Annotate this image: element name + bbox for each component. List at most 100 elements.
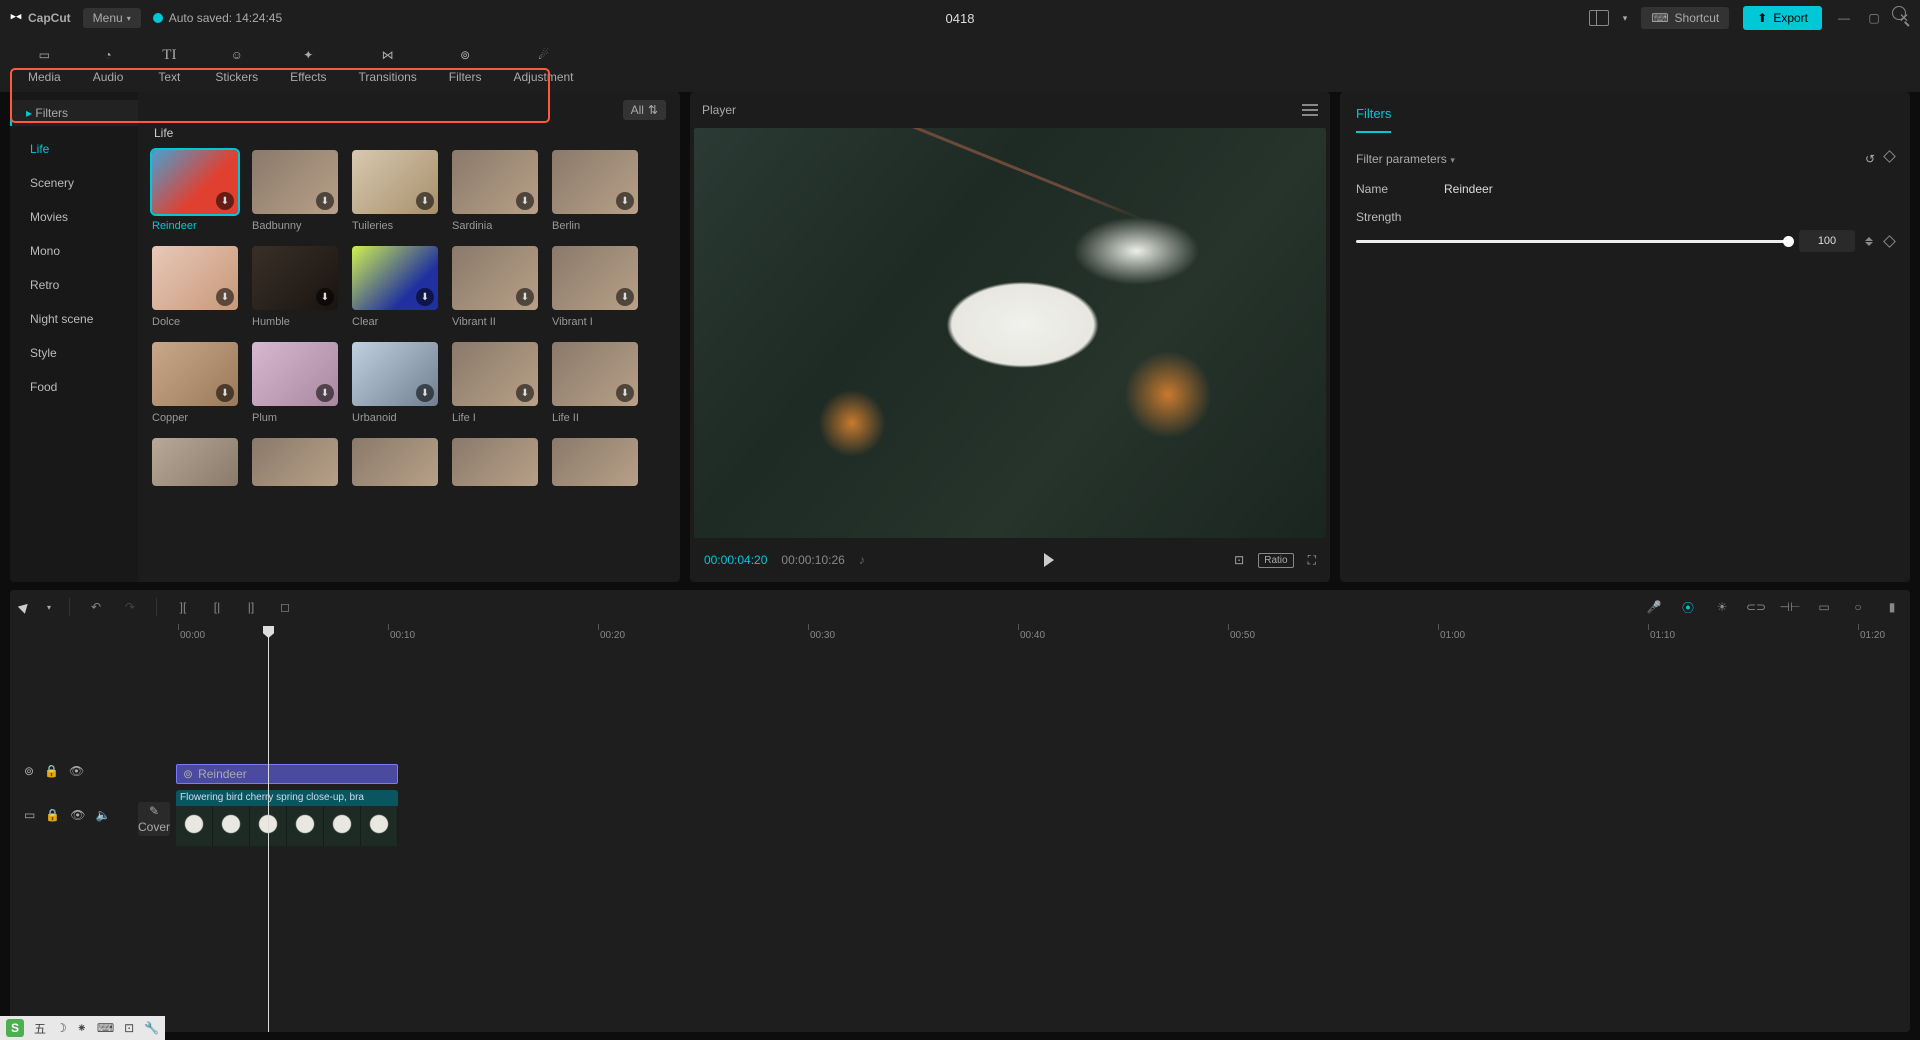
filter-thumb[interactable]: ⬇Dolce <box>152 246 238 328</box>
export-button[interactable]: ⬆ Export <box>1743 6 1822 30</box>
split-left-tool[interactable]: [​| <box>209 599 225 615</box>
filter-thumb[interactable]: ⬇Life II <box>552 342 638 424</box>
tab-media[interactable]: ▭Media <box>12 40 77 88</box>
fullscreen-icon[interactable]: ⛶ <box>1308 553 1316 568</box>
filter-thumb[interactable]: ⬇Humble <box>252 246 338 328</box>
preview-viewport[interactable] <box>694 128 1326 538</box>
redo-button[interactable]: ↷ <box>122 599 138 615</box>
filter-thumb[interactable]: ⬇Plum <box>252 342 338 424</box>
download-icon[interactable]: ⬇ <box>616 288 634 306</box>
all-button[interactable]: All ⇅ <box>623 100 666 120</box>
chevron-down-icon[interactable]: ▾ <box>47 603 51 612</box>
scale-icon[interactable]: ⊡ <box>1234 553 1244 567</box>
strength-slider[interactable] <box>1356 240 1789 243</box>
link-icon[interactable]: ⊂⊃ <box>1748 599 1764 615</box>
keyframe-icon[interactable] <box>1883 235 1896 248</box>
track-controls[interactable]: ▭ 🔒 👁 🔈 <box>24 808 110 822</box>
cover-button[interactable]: ✎ Cover <box>138 802 170 836</box>
download-icon[interactable]: ⬇ <box>216 384 234 402</box>
maximize-button[interactable]: ▢ <box>1866 10 1882 26</box>
play-button[interactable] <box>1044 553 1054 567</box>
taskbar-icon[interactable]: 🔧 <box>144 1021 159 1035</box>
minimize-button[interactable]: — <box>1836 10 1852 26</box>
lock-icon[interactable]: 🔒 <box>45 808 60 822</box>
crop-tool[interactable]: ◻ <box>277 599 293 615</box>
ime-icon[interactable]: S <box>6 1019 24 1037</box>
ime-label[interactable]: 五 <box>34 1020 46 1037</box>
filter-thumb[interactable]: ⬇Berlin <box>552 150 638 232</box>
taskbar-icon[interactable]: ⌨ <box>97 1021 114 1035</box>
timeline[interactable]: 00:00 00:10 00:20 00:30 00:40 00:50 01:0… <box>10 624 1910 1032</box>
player-options-icon[interactable] <box>1302 104 1318 116</box>
cat-style[interactable]: Style <box>10 336 138 370</box>
stepper[interactable] <box>1865 237 1875 246</box>
undo-button[interactable]: ↶ <box>88 599 104 615</box>
filter-clip[interactable]: ⊚ Reindeer <box>176 764 398 784</box>
download-icon[interactable]: ⬇ <box>516 288 534 306</box>
filter-thumb[interactable]: ⬇Sardinia <box>452 150 538 232</box>
align-icon[interactable]: ⊣⊢ <box>1782 599 1798 615</box>
filter-thumb[interactable]: ⬇Copper <box>152 342 238 424</box>
tab-text[interactable]: TIText <box>139 40 199 88</box>
download-icon[interactable]: ⬇ <box>616 192 634 210</box>
download-icon[interactable]: ⬇ <box>216 192 234 210</box>
filter-thumb[interactable]: ⬇Clear <box>352 246 438 328</box>
tab-filters[interactable]: ⊚Filters <box>433 40 498 88</box>
filter-thumb[interactable] <box>252 438 338 486</box>
cat-movies[interactable]: Movies <box>10 200 138 234</box>
toggle-1-icon[interactable]: ⦿ <box>1680 599 1696 615</box>
shortcut-button[interactable]: ⌨ Shortcut <box>1641 7 1729 29</box>
taskbar-icon[interactable]: ⁕ <box>77 1021 87 1035</box>
cat-mono[interactable]: Mono <box>10 234 138 268</box>
taskbar-icon[interactable]: ☽ <box>56 1021 67 1035</box>
eye-icon[interactable]: 👁 <box>69 764 84 778</box>
download-icon[interactable]: ⬇ <box>516 384 534 402</box>
cat-scenery[interactable]: Scenery <box>10 166 138 200</box>
filter-thumb[interactable]: ⬇Badbunny <box>252 150 338 232</box>
volume-icon[interactable]: ♪ <box>859 553 865 567</box>
time-ruler[interactable]: 00:00 00:10 00:20 00:30 00:40 00:50 01:0… <box>170 624 1910 650</box>
cat-food[interactable]: Food <box>10 370 138 404</box>
video-clip[interactable]: Flowering bird cherry spring close-up, b… <box>176 790 398 846</box>
taskbar-icon[interactable]: ⊡ <box>124 1021 134 1035</box>
filter-thumb[interactable] <box>152 438 238 486</box>
toggle-2-icon[interactable]: ☀ <box>1714 599 1730 615</box>
track-controls[interactable]: ⊚ 🔒 👁 <box>24 764 84 778</box>
tab-transitions[interactable]: ⋈Transitions <box>343 40 433 88</box>
mute-icon[interactable]: ▭ <box>24 808 35 822</box>
strength-input[interactable]: 100 <box>1799 230 1855 252</box>
keyframe-icon[interactable] <box>1883 150 1896 163</box>
filter-thumb[interactable] <box>352 438 438 486</box>
reset-icon[interactable]: ↺ <box>1865 152 1875 166</box>
mic-icon[interactable]: 🎤 <box>1646 599 1662 615</box>
download-icon[interactable]: ⬇ <box>616 384 634 402</box>
download-icon[interactable]: ⬇ <box>316 384 334 402</box>
download-icon[interactable]: ⬇ <box>416 288 434 306</box>
zoom-icon[interactable] <box>1892 6 1906 20</box>
audio-icon[interactable]: 🔈 <box>96 808 111 822</box>
playhead[interactable] <box>268 626 269 1032</box>
marker-icon[interactable]: ▮ <box>1884 599 1900 615</box>
filter-thumb[interactable]: ⬇Tuileries <box>352 150 438 232</box>
download-icon[interactable]: ⬇ <box>416 192 434 210</box>
tab-stickers[interactable]: ☺Stickers <box>199 40 274 88</box>
cat-night[interactable]: Night scene <box>10 302 138 336</box>
eye-icon[interactable]: 👁 <box>70 808 85 822</box>
layout-icon[interactable] <box>1589 10 1609 26</box>
cat-retro[interactable]: Retro <box>10 268 138 302</box>
download-icon[interactable]: ⬇ <box>416 384 434 402</box>
filter-thumb[interactable]: ⬇Life I <box>452 342 538 424</box>
filter-thumb[interactable]: ⬇Reindeer <box>152 150 238 232</box>
ratio-button[interactable]: Ratio <box>1258 553 1293 568</box>
tab-effects[interactable]: ✦Effects <box>274 40 342 88</box>
menu-button[interactable]: Menu▾ <box>83 8 141 28</box>
lock-icon[interactable]: 🔒 <box>44 764 59 778</box>
filter-thumb[interactable]: ⬇Vibrant I <box>552 246 638 328</box>
slider-handle[interactable] <box>1783 236 1794 247</box>
filter-thumb[interactable] <box>452 438 538 486</box>
toggle-audio-icon[interactable]: ○ <box>1850 599 1866 615</box>
filters-heading[interactable]: ▸ Filters <box>10 100 138 126</box>
os-taskbar[interactable]: S 五 ☽ ⁕ ⌨ ⊡ 🔧 <box>0 1016 165 1040</box>
split-tool[interactable]: ]​[ <box>175 599 191 615</box>
filter-thumb[interactable]: ⬇Vibrant II <box>452 246 538 328</box>
